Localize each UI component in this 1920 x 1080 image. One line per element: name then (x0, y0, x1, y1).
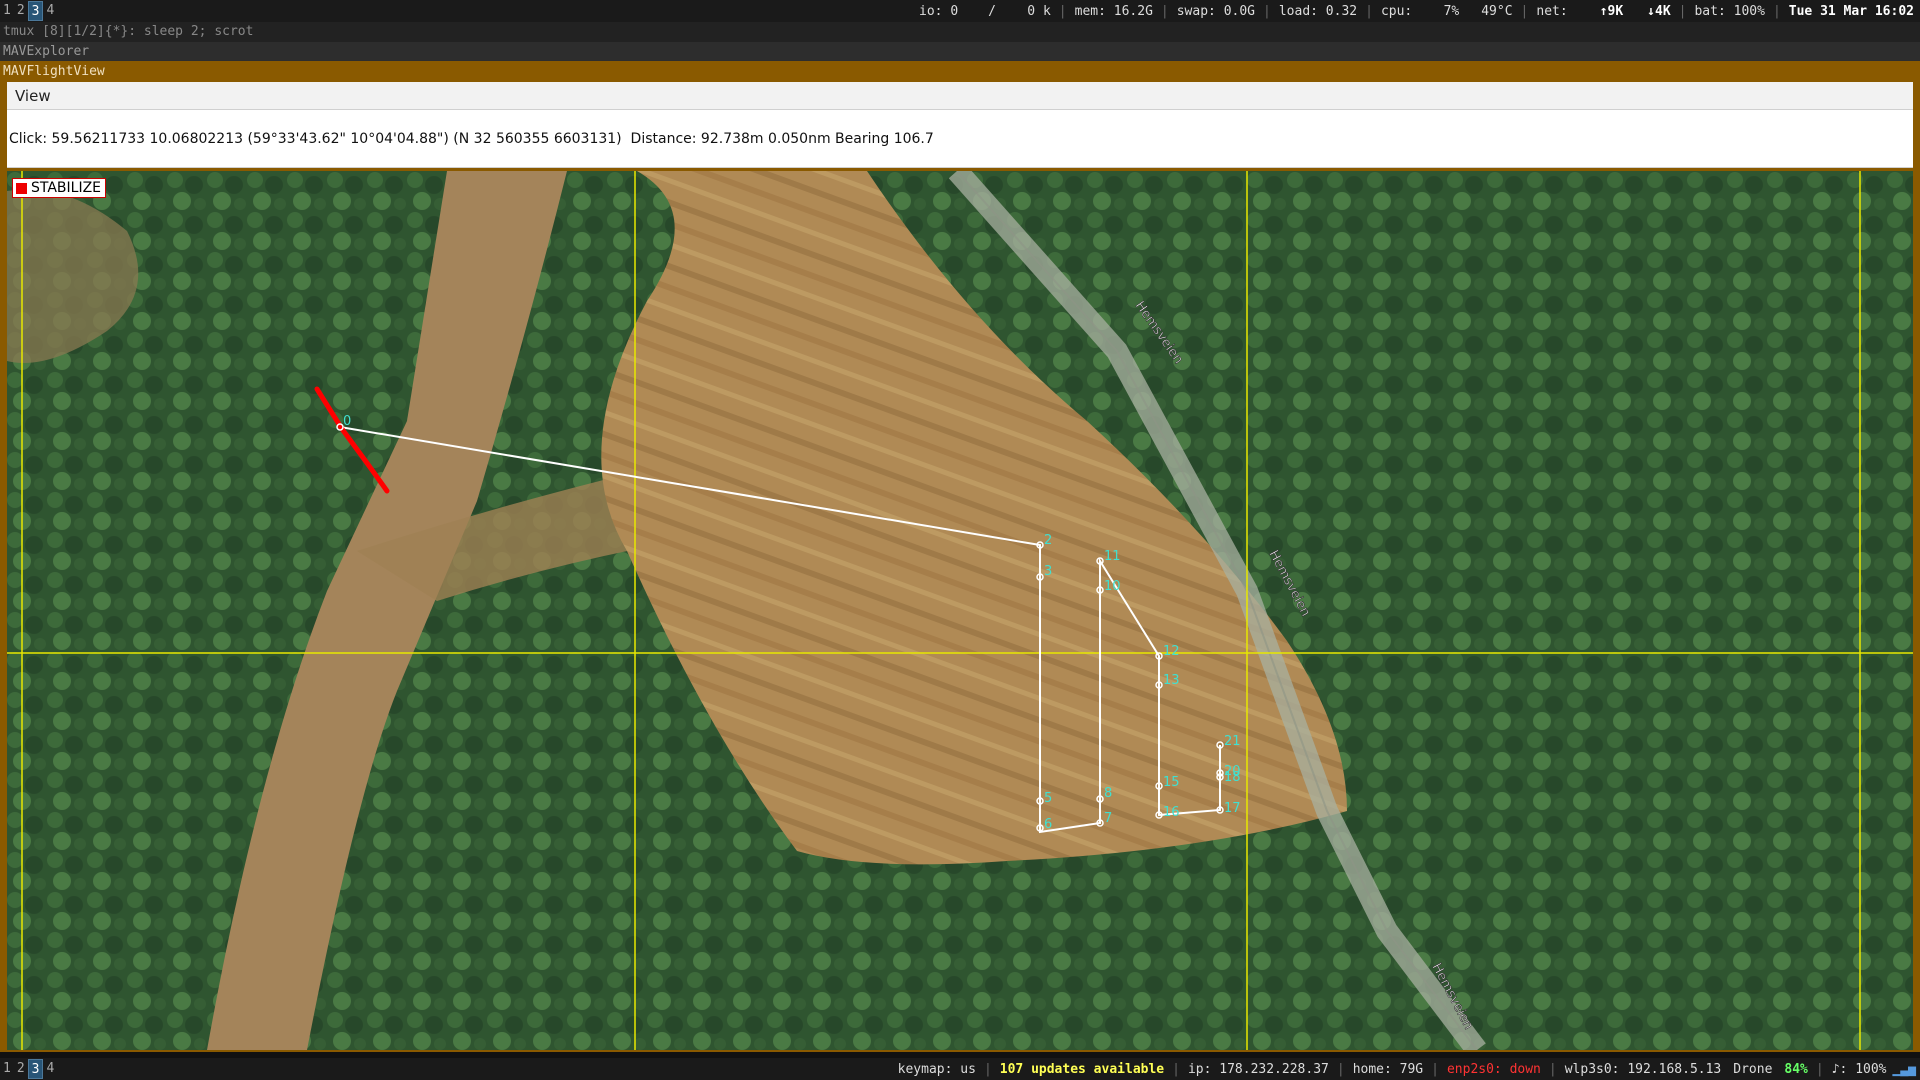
map-canvas[interactable]: Hemsveien Hemsveien Hemsveien 0 2 3 5 6 … (7, 171, 1913, 1050)
cpu-status: cpu: 7% (1380, 3, 1460, 19)
bottom-workspace-4[interactable]: 4 (43, 1059, 57, 1079)
menu-bar: View (7, 82, 1913, 110)
waypoint-label-6: 6 (1044, 817, 1052, 832)
net-status: net: (1536, 3, 1568, 19)
bottom-workspace-2[interactable]: 2 (14, 1059, 28, 1079)
waypoint-label-0: 0 (343, 414, 351, 429)
map-view[interactable]: Hemsveien Hemsveien Hemsveien 0 2 3 5 6 … (7, 171, 1913, 1050)
mode-color-swatch (16, 182, 27, 194)
waypoint-label-8: 8 (1104, 786, 1112, 801)
workspace-1[interactable]: 1 (0, 1, 14, 21)
click-info-text: Click: 59.56211733 10.06802213 (59°33'43… (9, 131, 934, 147)
clock: Tue 31 Mar 16:02 (1788, 3, 1914, 19)
waypoint-label-10: 10 (1104, 579, 1121, 594)
bottom-workspace-switcher[interactable]: 1 2 3 4 (0, 1058, 57, 1080)
bottom-status-bar: 1 2 3 4 keymap: us | 107 updates availab… (0, 1058, 1920, 1080)
waypoint-label-7: 7 (1104, 811, 1112, 826)
system-status: io: 0 / 0 k | mem: 16.2G | swap: 0.0G | … (919, 3, 1914, 19)
waypoint-label-2: 2 (1044, 533, 1052, 548)
updates-status: 107 updates available (999, 1061, 1165, 1077)
top-status-bar: 1 2 3 4 io: 0 / 0 k | mem: 16.2G | swap:… (0, 0, 1920, 22)
wifi-ssid: Drone (1733, 1061, 1773, 1077)
battery-status: bat: 100% (1694, 3, 1765, 19)
net-up: ↑9K (1599, 3, 1624, 19)
volume-bars-icon: ▁▃▅ (1892, 1061, 1916, 1077)
waypoint-label-3: 3 (1044, 564, 1052, 579)
waypoint-label-17: 17 (1224, 801, 1241, 816)
waypoint-label-16: 16 (1163, 805, 1180, 820)
tmux-window-title[interactable]: tmux [8][1/2]{*}: sleep 2; scrot (0, 22, 1920, 42)
waypoint-label-20: 20 (1224, 764, 1241, 779)
workspace-4[interactable]: 4 (43, 1, 57, 21)
io-status: io: 0 (919, 3, 959, 19)
wifi-status: wlp3s0: 192.168.5.13 (1564, 1061, 1722, 1077)
bottom-workspace-1[interactable]: 1 (0, 1059, 14, 1079)
net-down: ↓4K (1647, 3, 1671, 19)
temp-status: 49°C (1481, 3, 1513, 19)
bottom-workspace-3-active[interactable]: 3 (27, 1059, 44, 1079)
waypoint-label-13: 13 (1163, 673, 1180, 688)
waypoint-label-5: 5 (1044, 791, 1052, 806)
bottom-status: keymap: us | 107 updates available | ip:… (897, 1061, 1916, 1077)
waypoint-label-12: 12 (1163, 644, 1180, 659)
mavflightview-window-title[interactable]: MAVFlightView (0, 62, 1920, 82)
menu-view[interactable]: View (15, 87, 51, 105)
keymap-status: keymap: us (897, 1061, 976, 1077)
workspace-switcher[interactable]: 1 2 3 4 (0, 0, 57, 22)
click-info-panel: Click: 59.56211733 10.06802213 (59°33'43… (7, 110, 1913, 168)
io-rate: / 0 k (988, 3, 1051, 19)
volume-status: ♪: 100% (1831, 1061, 1887, 1077)
flight-mode-badge: STABILIZE (12, 178, 107, 198)
waypoint-label-11: 11 (1104, 549, 1121, 564)
flight-mode-label: STABILIZE (31, 180, 102, 196)
waypoint-label-15: 15 (1163, 775, 1180, 790)
swap-status: swap: 0.0G (1176, 3, 1256, 19)
mem-status: mem: 16.2G (1074, 3, 1153, 19)
load-status: load: 0.32 (1278, 3, 1358, 19)
mavexplorer-window-title[interactable]: MAVExplorer (0, 42, 1920, 62)
ip-status: ip: 178.232.228.37 (1187, 1061, 1329, 1077)
workspace-2[interactable]: 2 (14, 1, 28, 21)
ethernet-status: enp2s0: down (1446, 1061, 1541, 1077)
home-disk-status: home: 79G (1352, 1061, 1424, 1077)
workspace-3-active[interactable]: 3 (27, 1, 44, 21)
wifi-signal: 84% (1784, 1061, 1808, 1077)
waypoint-label-21: 21 (1224, 734, 1241, 749)
